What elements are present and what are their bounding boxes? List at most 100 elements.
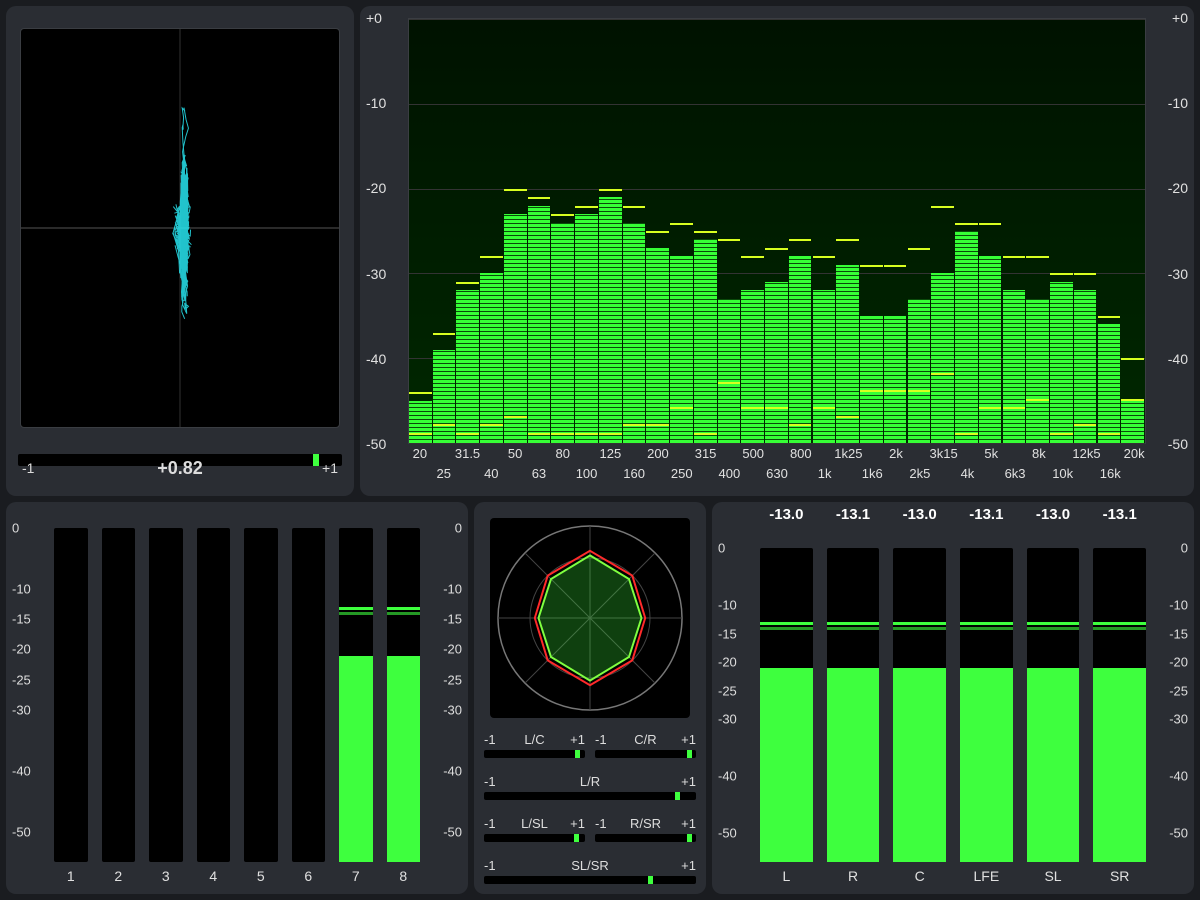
spectrum-band (1003, 290, 1026, 443)
channel-label: 1 (50, 868, 92, 888)
spectrum-display (408, 18, 1146, 444)
meter-ytick: -20 (12, 642, 31, 657)
corr-max: +1 (570, 816, 585, 831)
spectrum-peak (718, 239, 741, 241)
spectrum-ytick: -50 (366, 436, 386, 452)
spectrum-ytick: -10 (366, 95, 386, 111)
meter-ytick: -50 (1169, 826, 1188, 841)
channel-meters-8-panel: 0-10-15-20-25-30-40-500-10-15-20-25-30-4… (6, 502, 468, 894)
channel-meter (1023, 548, 1084, 862)
spectrum-peak (480, 256, 503, 258)
corr-track[interactable] (484, 750, 585, 758)
spectrum-ytick: -50 (1168, 436, 1188, 452)
correlation-row: -1 L/SL +1 (484, 816, 585, 846)
channel-readout: -13.0 (1023, 506, 1084, 526)
surround-correlations: -1 L/C +1 -1 C/R +1 -1 L/R +1 -1 L/SL +1… (484, 732, 696, 888)
spectrum-band (765, 282, 788, 443)
corr-max: +1 (681, 816, 696, 831)
channel-label: 3 (145, 868, 187, 888)
spectrum-xlabel: 8k (1032, 446, 1046, 461)
spectrum-peak (599, 189, 622, 191)
spectrum-peak (1050, 273, 1073, 275)
correlation-value: +0.82 (20, 458, 340, 479)
meter-ytick: -25 (1169, 683, 1188, 698)
channel-meter (50, 528, 92, 862)
meter-ytick: -15 (443, 612, 462, 627)
spectrum-peak (979, 223, 1002, 225)
channel-meter (383, 528, 425, 862)
corr-track[interactable] (595, 834, 696, 842)
corr-handle[interactable] (575, 750, 580, 758)
spectrum-xlabel: 10k (1052, 466, 1073, 481)
spectrum-xlabel: 1k (818, 466, 832, 481)
corr-track[interactable] (484, 834, 585, 842)
spectrum-band (694, 239, 717, 443)
channel-readout: -13.0 (889, 506, 950, 526)
channel-meter (240, 528, 282, 862)
spectrum-peak (646, 231, 669, 233)
spectrum-xlabel: 63 (532, 466, 546, 481)
spectrum-peak (504, 189, 527, 191)
spectrum-ytick: -10 (1168, 95, 1188, 111)
meter-ytick: -15 (718, 626, 737, 641)
spectrum-band (1050, 282, 1073, 443)
channel-meter (756, 548, 817, 862)
spectrum-band (480, 273, 503, 443)
corr-track[interactable] (484, 876, 696, 884)
spectrum-band (1026, 299, 1049, 443)
spectrum-peak (694, 231, 717, 233)
spectrum-ytick: +0 (1172, 10, 1188, 26)
meter-ytick: -10 (1169, 598, 1188, 613)
meter-ytick: -25 (12, 672, 31, 687)
channel-meter (145, 528, 187, 862)
spectrum-xlabel: 12k5 (1072, 446, 1100, 461)
correlation-max-label: +1 (322, 460, 338, 476)
spectrum-xlabel: 630 (766, 466, 788, 481)
spectrum-band (599, 197, 622, 443)
vectorscope-display (20, 28, 340, 428)
channel-readout: -13.1 (1089, 506, 1150, 526)
spectrum-xlabel: 16k (1100, 466, 1121, 481)
spectrum-band (670, 256, 693, 443)
spectrum-peak (813, 256, 836, 258)
meter-ytick: 0 (455, 521, 462, 536)
spectrum-band (528, 206, 551, 443)
spectrum-band (931, 273, 954, 443)
channel-meter (889, 548, 950, 862)
spectrum-peak (575, 206, 598, 208)
channel-label: C (889, 868, 950, 888)
spectrum-peak (551, 214, 574, 216)
spectrum-xlabel: 250 (671, 466, 693, 481)
meter-ytick: -10 (443, 581, 462, 596)
corr-handle[interactable] (574, 834, 579, 842)
spectrum-band (860, 316, 883, 443)
channel-meter (335, 528, 377, 862)
corr-handle[interactable] (675, 792, 680, 800)
spectrum-xlabel: 1k25 (834, 446, 862, 461)
surround-polar-display (490, 518, 690, 718)
channel-meter (193, 528, 235, 862)
corr-handle[interactable] (687, 750, 692, 758)
spectrum-xlabel: 20k (1124, 446, 1145, 461)
meter-ytick: -10 (718, 598, 737, 613)
channel-label: 2 (98, 868, 140, 888)
spectrum-ytick: -40 (366, 351, 386, 367)
meter-ytick: -15 (1169, 626, 1188, 641)
spectrum-ytick: -20 (366, 180, 386, 196)
channel-label: 8 (383, 868, 425, 888)
channel-label: 6 (288, 868, 330, 888)
spectrum-xlabel: 100 (576, 466, 598, 481)
spectrum-xlabel: 800 (790, 446, 812, 461)
corr-track[interactable] (484, 792, 696, 800)
spectrum-xlabel: 200 (647, 446, 669, 461)
spectrum-band (504, 214, 527, 443)
corr-handle[interactable] (687, 834, 692, 842)
surround-panel: -1 L/C +1 -1 C/R +1 -1 L/R +1 -1 L/SL +1… (474, 502, 706, 894)
corr-track[interactable] (595, 750, 696, 758)
channel-label: SR (1089, 868, 1150, 888)
channel-meter (956, 548, 1017, 862)
corr-handle[interactable] (648, 876, 653, 884)
spectrum-peak (836, 239, 859, 241)
meter-ytick: -40 (12, 763, 31, 778)
spectrum-peak (860, 265, 883, 267)
